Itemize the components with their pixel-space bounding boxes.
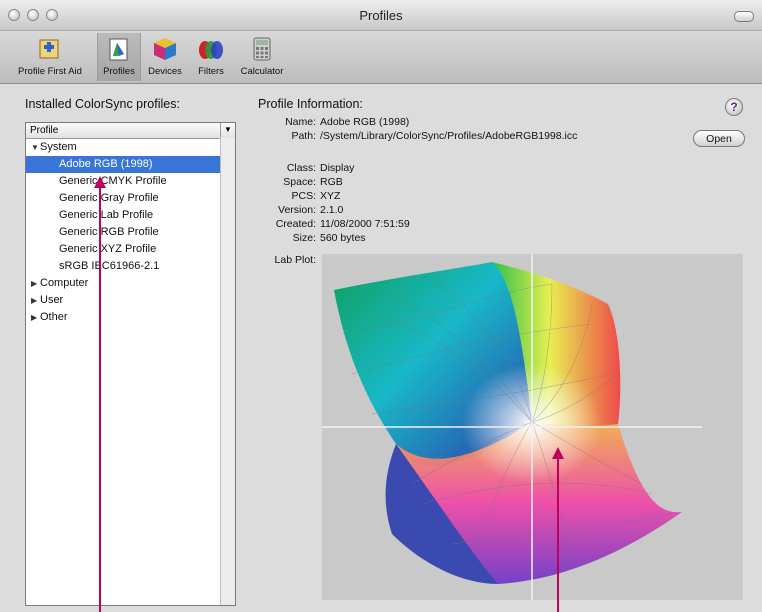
profile-first-aid-icon: [37, 36, 63, 62]
toolbar: Profile First Aid Profiles Devices Filte…: [0, 31, 762, 84]
profile-item-adobe-rgb[interactable]: Adobe RGB (1998): [26, 156, 235, 173]
info-size-row: Size: 560 bytes: [292, 232, 366, 244]
profile-item-srgb[interactable]: sRGB IEC61966-2.1: [26, 258, 235, 275]
toolbar-calculator[interactable]: Calculator: [234, 33, 290, 81]
info-created-row: Created: 11/08/2000 7:51:59: [275, 218, 410, 230]
info-class-row: Class: Display: [286, 162, 355, 174]
profile-name-value: Adobe RGB (1998): [320, 116, 410, 128]
calculator-icon: [249, 36, 275, 62]
profile-item-generic-lab[interactable]: Generic Lab Profile: [26, 207, 235, 224]
help-button[interactable]: ?: [725, 98, 743, 116]
profile-item-generic-cmyk[interactable]: Generic CMYK Profile: [26, 173, 235, 190]
disclosure-closed-icon[interactable]: ▶: [31, 309, 40, 326]
info-pcs-row: PCS: XYZ: [291, 190, 341, 202]
column-header-label: Profile: [30, 125, 59, 136]
open-button[interactable]: Open: [693, 130, 745, 147]
lab-plot-view[interactable]: [322, 254, 743, 600]
info-path-row: Path:/System/Library/ColorSync/Profiles/…: [291, 130, 578, 142]
disclosure-closed-icon[interactable]: ▶: [31, 292, 40, 309]
tree-group-other[interactable]: ▶ Other: [26, 309, 235, 326]
callout-arrowhead-left: [94, 176, 106, 188]
toolbar-label: Calculator: [240, 66, 284, 77]
toolbar-profile-first-aid[interactable]: Profile First Aid: [8, 33, 92, 81]
profile-path-value: /System/Library/ColorSync/Profiles/Adobe…: [320, 130, 578, 142]
toolbar-label: Profiles: [103, 66, 135, 77]
toolbar-devices[interactable]: Devices: [142, 33, 188, 81]
toolbar-label: Devices: [148, 66, 182, 77]
toolbar-filters[interactable]: Filters: [191, 33, 231, 81]
tree-group-user[interactable]: ▶ User: [26, 292, 235, 309]
column-sort-icon[interactable]: ▼: [220, 123, 235, 137]
toolbar-label: Profile First Aid: [18, 66, 82, 77]
info-name-row: Name: Adobe RGB (1998): [285, 116, 410, 128]
tree-group-system[interactable]: ▼System: [26, 139, 235, 156]
disclosure-open-icon[interactable]: ▼: [31, 139, 40, 156]
profile-item-generic-gray[interactable]: Generic Gray Profile: [26, 190, 235, 207]
lab-plot-label: Lab Plot:: [274, 254, 316, 266]
window-title: Profiles: [359, 8, 403, 23]
callout-arrow-right: [557, 457, 559, 612]
toolbar-toggle-button[interactable]: [734, 11, 754, 22]
title-bar: Profiles: [0, 0, 762, 31]
info-version-row: Version: 2.1.0: [278, 204, 344, 216]
tree-group-computer[interactable]: ▶ Computer: [26, 275, 235, 292]
installed-profiles-heading: Installed ColorSync profiles:: [25, 97, 180, 111]
profile-item-generic-rgb[interactable]: Generic RGB Profile: [26, 224, 235, 241]
profiles-icon: [106, 36, 132, 62]
profile-information-heading: Profile Information:: [258, 97, 363, 111]
filters-icon: [198, 36, 224, 62]
profiles-window: Profiles Profile First Aid Profiles Devi…: [0, 0, 762, 612]
toolbar-label: Filters: [198, 66, 224, 77]
list-scrollbar[interactable]: [220, 138, 235, 605]
toolbar-profiles[interactable]: Profiles: [97, 33, 141, 81]
devices-icon: [152, 36, 178, 62]
info-space-row: Space: RGB: [283, 176, 343, 188]
profile-list[interactable]: Profile ▼ ▼System Adobe RGB (1998) Gener…: [25, 122, 236, 606]
profile-tree: ▼System Adobe RGB (1998) Generic CMYK Pr…: [26, 139, 235, 326]
callout-arrowhead-right: [552, 447, 564, 459]
list-column-header[interactable]: Profile ▼: [26, 123, 235, 139]
disclosure-closed-icon[interactable]: ▶: [31, 275, 40, 292]
callout-arrow-left: [99, 186, 101, 612]
profile-item-generic-xyz[interactable]: Generic XYZ Profile: [26, 241, 235, 258]
